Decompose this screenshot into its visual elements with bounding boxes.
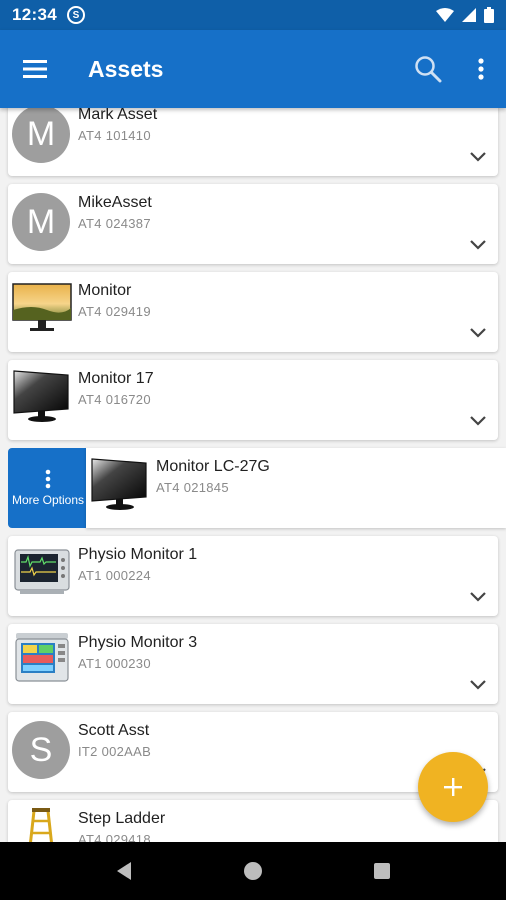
asset-thumbnail xyxy=(12,543,72,601)
plus-icon xyxy=(444,778,462,796)
chevron-down-icon[interactable] xyxy=(468,414,488,428)
chevron-down-icon[interactable] xyxy=(468,590,488,604)
asset-card[interactable]: Physio Monitor 1 AT1 000224 xyxy=(8,536,498,616)
asset-code: AT1 000230 xyxy=(78,656,151,671)
asset-name: Mark Asset xyxy=(78,108,158,123)
asset-thumbnail xyxy=(12,807,72,842)
asset-thumbnail xyxy=(12,631,72,689)
more-vert-icon xyxy=(45,469,51,488)
asset-code: AT4 101410 xyxy=(78,128,151,143)
recents-icon[interactable] xyxy=(373,862,391,880)
menu-button[interactable] xyxy=(0,30,70,108)
status-bar: 12:34 S xyxy=(0,0,506,30)
asset-thumbnail xyxy=(12,279,72,337)
ladder-icon xyxy=(29,808,53,842)
system-nav-bar xyxy=(0,842,506,900)
search-icon xyxy=(415,56,442,83)
add-asset-button[interactable] xyxy=(418,752,488,822)
sync-icon: S xyxy=(66,6,85,24)
more-options-label: More Options xyxy=(11,492,85,507)
asset-card[interactable]: Physio Monitor 3 AT1 000230 xyxy=(8,624,498,704)
asset-name: Step Ladder xyxy=(78,810,166,827)
asset-name: Physio Monitor 1 xyxy=(78,546,198,563)
swiped-asset-row[interactable]: More Options Monitor LC-27G AT4 021845 xyxy=(8,448,506,528)
asset-name: Scott Asst xyxy=(78,722,150,739)
asset-card[interactable]: Monitor AT4 029419 xyxy=(8,272,498,352)
asset-card[interactable]: M Mark Asset AT4 101410 xyxy=(8,108,498,176)
signal-icon xyxy=(462,8,476,22)
physio-monitor-icon xyxy=(14,549,70,594)
chevron-down-icon[interactable] xyxy=(468,678,488,692)
asset-code: IT2 002AAB xyxy=(78,744,152,759)
asset-code: AT4 029419 xyxy=(78,304,151,319)
avatar: S xyxy=(12,721,70,779)
asset-list[interactable]: M Mark Asset AT4 101410 M MikeAsset AT4 … xyxy=(0,108,506,842)
avatar: M xyxy=(12,108,70,163)
asset-name: MikeAsset xyxy=(78,194,152,211)
search-button[interactable] xyxy=(400,30,456,108)
status-icons xyxy=(436,7,494,23)
asset-card[interactable]: M MikeAsset AT4 024387 xyxy=(8,184,498,264)
monitor-icon xyxy=(91,458,147,510)
asset-code: AT4 024387 xyxy=(78,216,151,231)
asset-card[interactable]: Monitor LC-27G AT4 021845 xyxy=(86,448,506,528)
asset-thumbnail xyxy=(12,367,72,425)
asset-name: Physio Monitor 3 xyxy=(78,634,198,651)
app-bar: Assets xyxy=(0,30,506,108)
asset-card[interactable]: Monitor 17 AT4 016720 xyxy=(8,360,498,440)
status-time: 12:34 xyxy=(12,5,57,24)
page-title: Assets xyxy=(88,55,164,82)
more-vert-icon xyxy=(478,58,484,80)
chevron-down-icon[interactable] xyxy=(468,238,488,252)
chevron-down-icon[interactable] xyxy=(468,150,488,164)
home-icon[interactable] xyxy=(243,861,263,881)
asset-code: AT4 021845 xyxy=(156,480,229,495)
asset-name: Monitor 17 xyxy=(78,370,154,387)
asset-name: Monitor xyxy=(78,282,132,299)
menu-icon xyxy=(23,60,47,78)
asset-code: AT4 016720 xyxy=(78,392,151,407)
back-icon[interactable] xyxy=(115,861,133,881)
overflow-menu-button[interactable] xyxy=(456,30,506,108)
physio-monitor-color-icon xyxy=(15,633,69,682)
monitor-icon xyxy=(13,370,69,422)
wifi-icon xyxy=(436,8,454,22)
asset-code: AT4 029418 xyxy=(78,832,151,842)
avatar: M xyxy=(12,193,70,251)
landscape-monitor-icon xyxy=(12,283,72,331)
battery-icon xyxy=(484,7,494,23)
more-options-button[interactable]: More Options xyxy=(8,448,88,528)
chevron-down-icon[interactable] xyxy=(468,326,488,340)
asset-code: AT1 000224 xyxy=(78,568,151,583)
asset-thumbnail xyxy=(90,455,150,513)
asset-name: Monitor LC-27G xyxy=(156,458,270,475)
